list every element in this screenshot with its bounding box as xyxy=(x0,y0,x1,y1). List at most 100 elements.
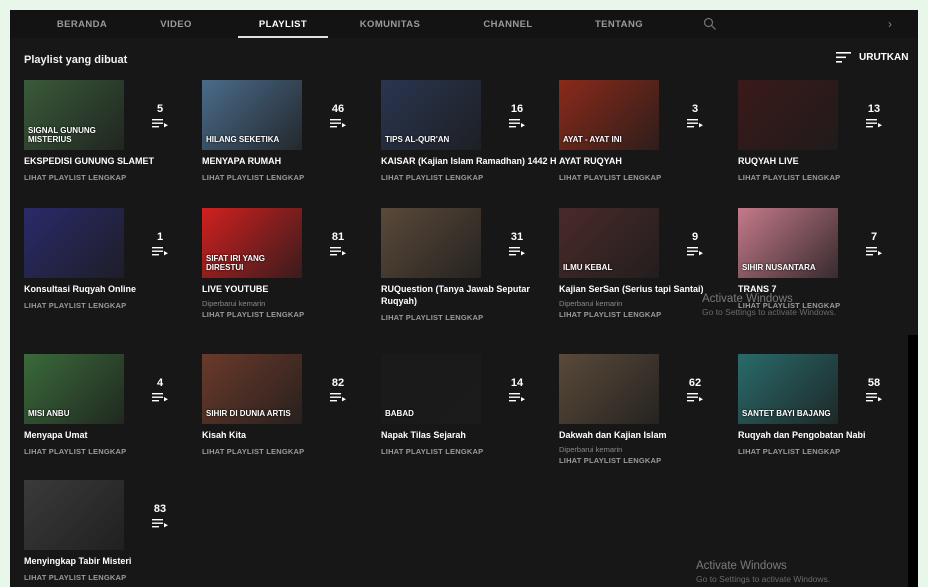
thumbnail-image: BABAD xyxy=(381,354,481,424)
playlist-icon xyxy=(866,392,882,401)
playlist-count-overlay: 81 xyxy=(302,208,374,278)
video-count: 13 xyxy=(867,102,881,115)
thumbnail-caption: SIHIR NUSANTARA xyxy=(742,263,816,272)
playlist-title[interactable]: RUQuestion (Tanya Jawab Seputar Ruqyah) xyxy=(381,283,557,307)
view-full-playlist-link[interactable]: LIHAT PLAYLIST LENGKAP xyxy=(202,310,374,319)
playlist-title[interactable]: Kisah Kita xyxy=(202,429,374,441)
playlist-title[interactable]: Menyingkap Tabir Misteri xyxy=(24,555,196,567)
tab-tentang[interactable]: TENTANG xyxy=(586,10,652,38)
playlist-thumbnail[interactable]: 62 xyxy=(559,354,731,424)
playlist-icon xyxy=(152,392,168,401)
playlist-icon xyxy=(330,246,346,255)
playlist-title[interactable]: Menyapa Umat xyxy=(24,429,196,441)
video-count: 14 xyxy=(510,376,524,389)
playlist-title[interactable]: Dakwah dan Kajian Islam xyxy=(559,429,731,441)
view-full-playlist-link[interactable]: LIHAT PLAYLIST LENGKAP xyxy=(24,573,196,582)
thumbnail-image: MISI ANBU xyxy=(24,354,124,424)
thumbnail-caption: HILANG SEKETIKA xyxy=(206,135,280,144)
thumbnail-image xyxy=(24,480,124,550)
playlist-card[interactable]: MISI ANBU 4 Menyapa Umat LIHAT PLAYLIST LEN… xyxy=(24,354,196,456)
view-full-playlist-link[interactable]: LIHAT PLAYLIST LENGKAP xyxy=(559,173,731,182)
updated-label: Diperbarui kemarin xyxy=(559,445,623,454)
section-title: Playlist yang dibuat xyxy=(24,54,128,66)
playlist-icon xyxy=(687,392,703,401)
sort-button[interactable]: URUTKAN xyxy=(836,52,908,63)
tab-beranda[interactable]: BERANDA xyxy=(48,10,116,38)
thumbnail-image xyxy=(738,80,838,150)
playlist-thumbnail[interactable]: ILMU KEBAL 9 xyxy=(559,208,731,278)
playlist-title[interactable]: EKSPEDISI GUNUNG SLAMET xyxy=(24,155,196,167)
view-full-playlist-link[interactable]: LIHAT PLAYLIST LENGKAP xyxy=(24,173,196,182)
video-count: 3 xyxy=(691,102,699,115)
channel-playlists-panel: BERANDA VIDEO PLAYLIST KOMUNITAS CHANNEL… xyxy=(10,10,918,587)
playlist-thumbnail[interactable]: 1 xyxy=(24,208,196,278)
sort-icon xyxy=(836,52,851,63)
search-icon[interactable] xyxy=(703,17,717,31)
playlist-title[interactable]: Konsultasi Ruqyah Online xyxy=(24,283,196,295)
tab-video[interactable]: VIDEO xyxy=(150,10,202,38)
thumbnail-caption: SIFAT IRI YANG DIRESTUI xyxy=(206,254,265,272)
playlist-card[interactable]: 83 Menyingkap Tabir Misteri LIHAT PLAYLIST… xyxy=(24,480,196,582)
playlist-count-overlay: 82 xyxy=(302,354,374,424)
view-full-playlist-link[interactable]: LIHAT PLAYLIST LENGKAP xyxy=(738,173,910,182)
playlist-thumbnail[interactable]: AYAT - AYAT INI 3 xyxy=(559,80,731,150)
playlist-thumbnail[interactable]: BABAD 14 xyxy=(381,354,553,424)
playlist-title[interactable]: AYAT RUQYAH xyxy=(559,155,731,167)
thumbnail-caption: BABAD xyxy=(385,409,414,418)
playlist-thumbnail[interactable]: 83 xyxy=(24,480,196,550)
view-full-playlist-link[interactable]: LIHAT PLAYLIST LENGKAP xyxy=(381,173,553,182)
view-full-playlist-link[interactable]: LIHAT PLAYLIST LENGKAP xyxy=(559,456,731,465)
playlist-title[interactable]: MENYAPA RUMAH xyxy=(202,155,374,167)
video-count: 1 xyxy=(156,230,164,243)
playlist-icon xyxy=(330,118,346,127)
playlist-thumbnail[interactable]: MISI ANBU 4 xyxy=(24,354,196,424)
thumbnail-caption: TIPS AL-QUR'AN xyxy=(385,135,450,144)
playlist-card[interactable]: SIGNAL GUNUNG MISTERIUS 5 EKSPEDISI GUNUNG… xyxy=(24,80,196,182)
playlist-card[interactable]: SIFAT IRI YANG DIRESTUI 81 LIVE YOUTUBE Dip… xyxy=(202,208,374,319)
playlist-thumbnail[interactable]: SIFAT IRI YANG DIRESTUI 81 xyxy=(202,208,374,278)
playlist-card[interactable]: BABAD 14 Napak Tilas Sejarah LIHAT PLAYLIST… xyxy=(381,354,553,456)
tab-playlist[interactable]: PLAYLIST xyxy=(238,10,328,38)
view-full-playlist-link[interactable]: LIHAT PLAYLIST LENGKAP xyxy=(24,301,196,310)
playlist-card[interactable]: SIHIR DI DUNIA ARTIS 82 Kisah Kita LIHAT PL… xyxy=(202,354,374,456)
view-full-playlist-link[interactable]: LIHAT PLAYLIST LENGKAP xyxy=(381,447,553,456)
thumbnail-image: TIPS AL-QUR'AN xyxy=(381,80,481,150)
thumbnail-caption: SIHIR DI DUNIA ARTIS xyxy=(206,409,291,418)
playlist-title[interactable]: KAISAR (Kajian Islam Ramadhan) 1442 H xyxy=(381,155,557,167)
playlist-thumbnail[interactable]: TIPS AL-QUR'AN 16 xyxy=(381,80,553,150)
playlist-thumbnail[interactable]: 31 xyxy=(381,208,553,278)
playlist-thumbnail[interactable]: SIHIR DI DUNIA ARTIS 82 xyxy=(202,354,374,424)
view-full-playlist-link[interactable]: LIHAT PLAYLIST LENGKAP xyxy=(381,313,553,322)
playlist-thumbnail[interactable]: SIGNAL GUNUNG MISTERIUS 5 xyxy=(24,80,196,150)
playlist-title[interactable]: LIVE YOUTUBE xyxy=(202,283,374,295)
playlist-card[interactable]: AYAT - AYAT INI 3 AYAT RUQYAH LIHAT PLAYLIS… xyxy=(559,80,731,182)
chevron-right-icon[interactable]: › xyxy=(888,17,892,31)
tab-komunitas[interactable]: KOMUNITAS xyxy=(352,10,428,38)
playlist-card[interactable]: 13 RUQYAH LIVE LIHAT PLAYLIST LENGKAP xyxy=(738,80,910,182)
playlist-thumbnail[interactable]: HILANG SEKETIKA 46 xyxy=(202,80,374,150)
playlist-card[interactable]: 1 Konsultasi Ruqyah Online LIHAT PLAYLIST … xyxy=(24,208,196,310)
view-full-playlist-link[interactable]: LIHAT PLAYLIST LENGKAP xyxy=(202,173,374,182)
playlist-thumbnail[interactable]: SANTET BAYI BAJANG 58 xyxy=(738,354,910,424)
playlist-title[interactable]: RUQYAH LIVE xyxy=(738,155,910,167)
playlist-card[interactable]: 62 Dakwah dan Kajian Islam Diperbarui kema… xyxy=(559,354,731,465)
video-count: 9 xyxy=(691,230,699,243)
view-full-playlist-link[interactable]: LIHAT PLAYLIST LENGKAP xyxy=(738,447,910,456)
playlist-title[interactable]: Ruqyah dan Pengobatan Nabi xyxy=(738,429,910,441)
view-full-playlist-link[interactable]: LIHAT PLAYLIST LENGKAP xyxy=(202,447,374,456)
thumbnail-image xyxy=(559,354,659,424)
watermark-title: Activate Windows xyxy=(702,293,793,305)
tab-channel[interactable]: CHANNEL xyxy=(472,10,544,38)
playlist-icon xyxy=(152,246,168,255)
dark-edge xyxy=(908,335,918,587)
playlist-card[interactable]: HILANG SEKETIKA 46 MENYAPA RUMAH LIHAT PLAY… xyxy=(202,80,374,182)
playlist-thumbnail[interactable]: SIHIR NUSANTARA 7 xyxy=(738,208,910,278)
playlist-title[interactable]: Napak Tilas Sejarah xyxy=(381,429,553,441)
playlist-card[interactable]: 31 RUQuestion (Tanya Jawab Seputar Ruqyah… xyxy=(381,208,553,322)
view-full-playlist-link[interactable]: LIHAT PLAYLIST LENGKAP xyxy=(24,447,196,456)
video-count: 62 xyxy=(688,376,702,389)
thumbnail-image: AYAT - AYAT INI xyxy=(559,80,659,150)
playlist-card[interactable]: SANTET BAYI BAJANG 58 Ruqyah dan Pengobata… xyxy=(738,354,910,456)
playlist-card[interactable]: TIPS AL-QUR'AN 16 KAISAR (Kajian Islam Ram… xyxy=(381,80,557,182)
playlist-thumbnail[interactable]: 13 xyxy=(738,80,910,150)
